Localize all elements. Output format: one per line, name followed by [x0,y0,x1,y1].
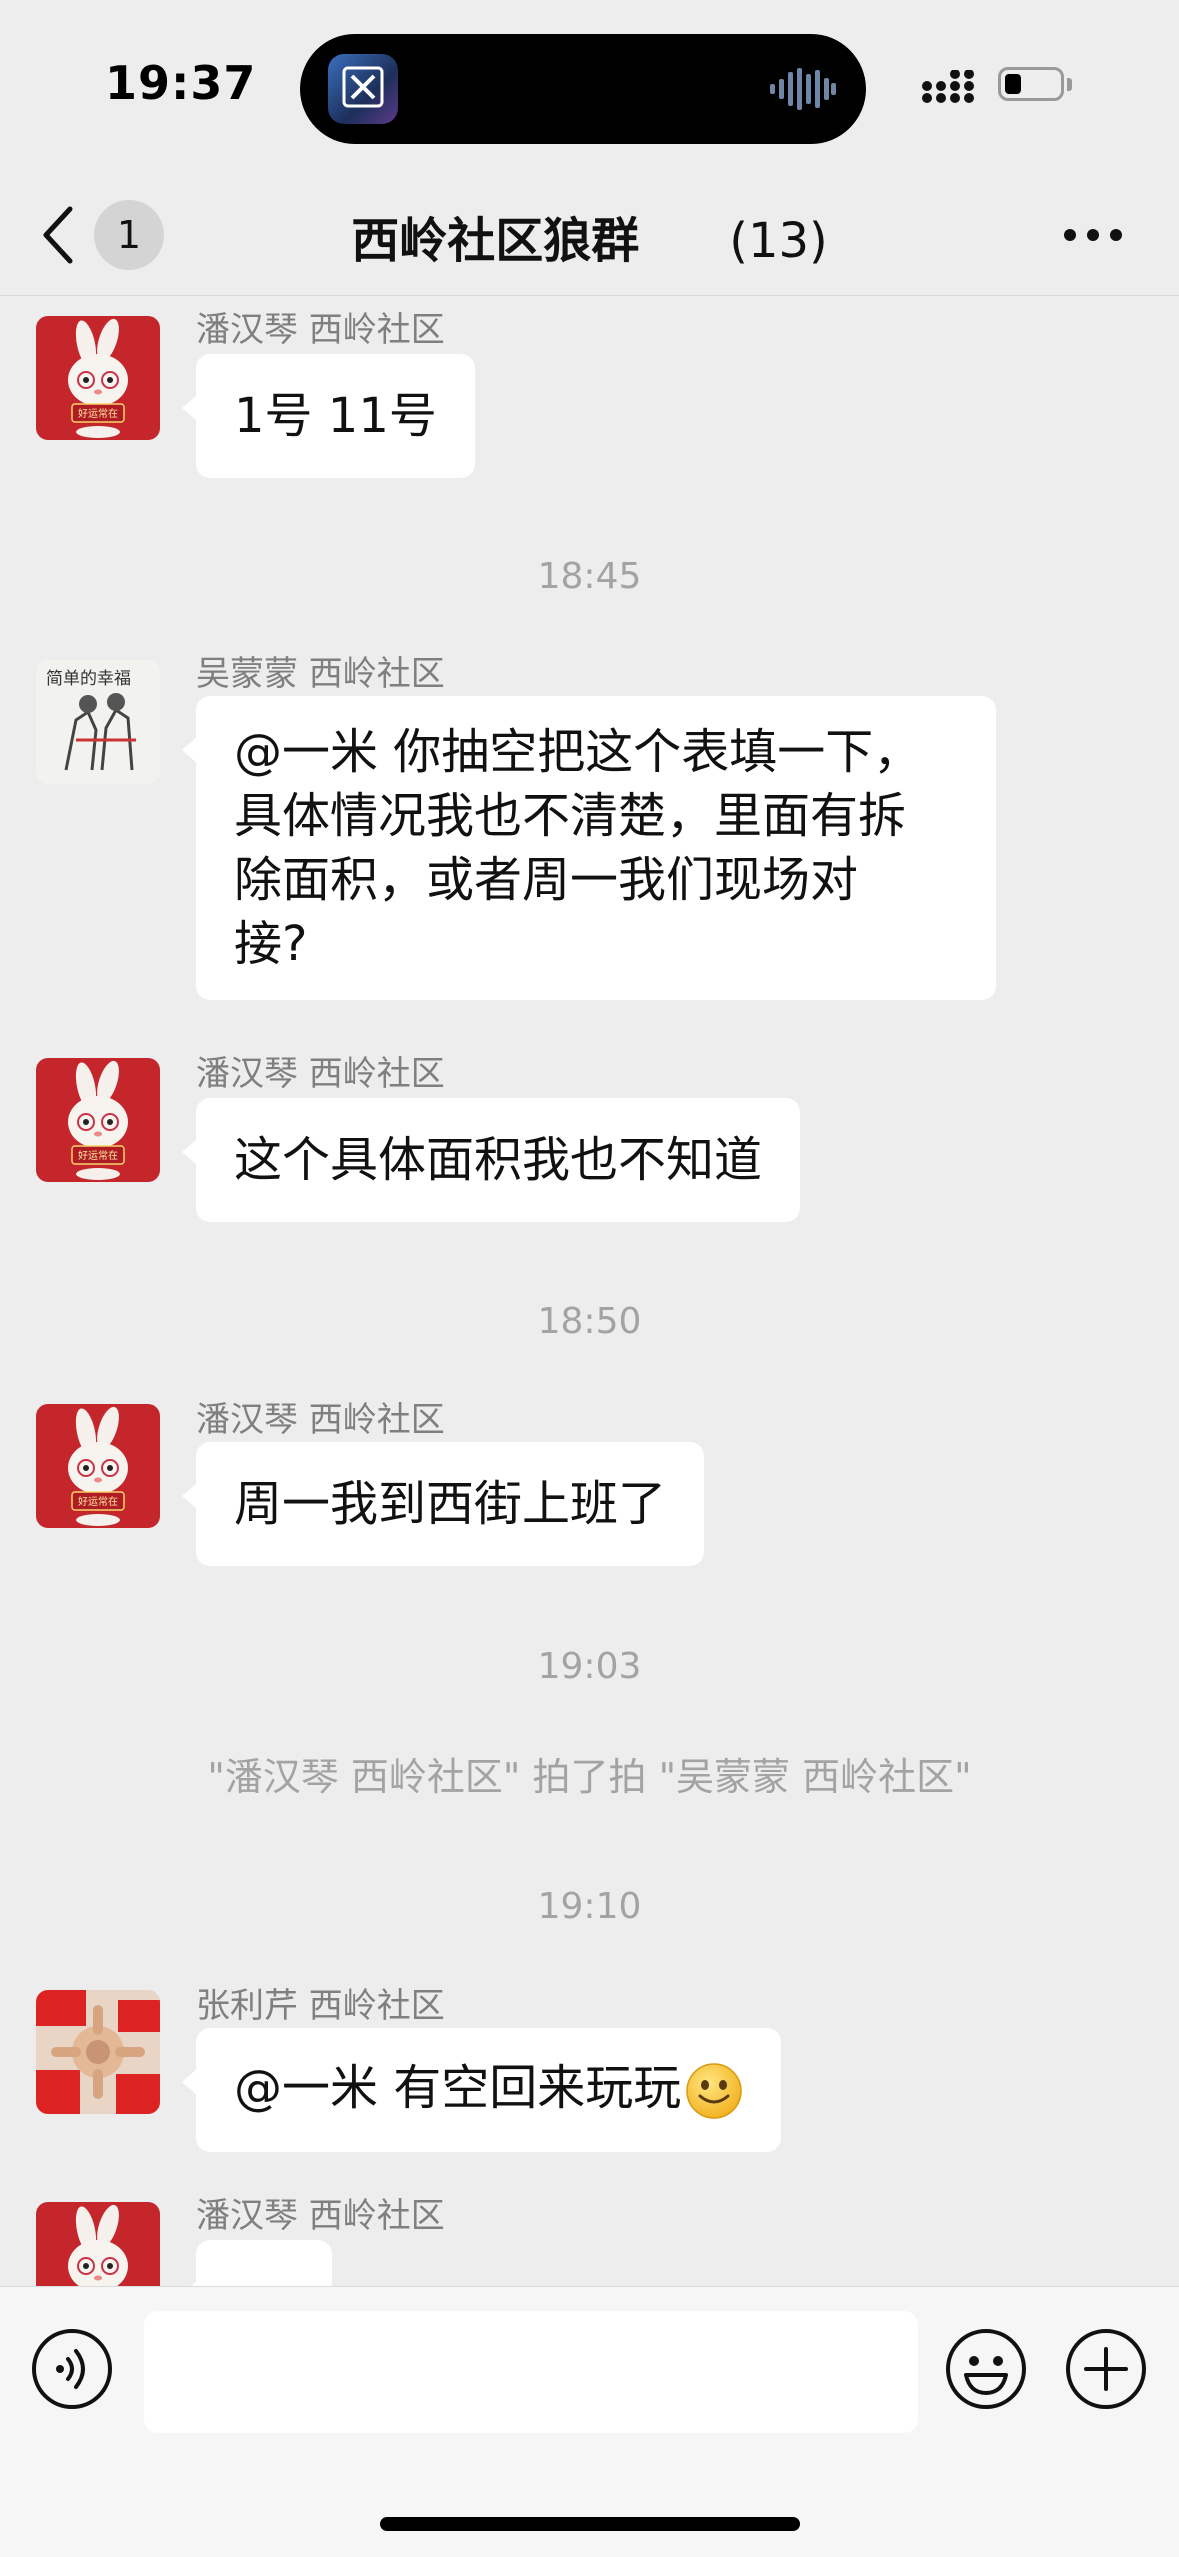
bunny-avatar[interactable]: 好运常在 [36,1058,160,1182]
message-input[interactable] [144,2311,918,2433]
message-list[interactable]: 好运常在 潘汉琴 西岭社区 1号 11号 18:45 简单的幸福 吴蒙蒙 西岭社… [0,296,1179,2296]
message-bubble[interactable]: 周一我到西街上班了 [181,1442,705,1566]
more-icon[interactable] [1060,215,1130,255]
bunny-avatar[interactable]: 好运常在 [36,316,160,440]
member-count: (13) [729,213,828,269]
sketch-avatar-caption: 简单的幸福 [46,669,131,689]
dynamic-island[interactable] [300,34,866,144]
bunny-avatar[interactable]: 好运常在 [36,1404,160,1528]
message-line: @一米 你抽空把这个表填一下， [234,724,922,780]
input-bar [0,2286,1179,2557]
sender-name: 吴蒙蒙 西岭社区 [196,654,445,694]
message-bubble[interactable]: 1号 11号 [182,354,475,478]
message-line: 具体情况我也不清楚，里面有拆 [234,788,907,844]
hands-avatar[interactable] [36,1990,160,2114]
timestamp: 19:10 [537,1886,642,1927]
message-text: @一米 有空回来玩玩 [234,2060,682,2116]
bunny-avatar-caption: 好运常在 [78,407,118,420]
timestamp: 19:03 [537,1646,642,1687]
smile-emoji-icon [686,2063,743,2119]
bunny-avatar-caption: 好运常在 [78,1495,118,1508]
chat-title: 西岭社区狼群 (13) [0,201,1179,271]
chat-header: 1 西岭社区狼群 (13) [0,175,1179,296]
sender-name: 潘汉琴 西岭社区 [196,1054,445,1094]
message-bubble[interactable]: @一米 有空回来玩玩 [181,2028,782,2152]
message-text: 周一我到西街上班了 [234,1476,667,1532]
status-bar: 19:37 [0,0,1179,175]
live-app-icon[interactable] [328,54,398,124]
sender-name: 潘汉琴 西岭社区 [196,1400,445,1440]
emoji-icon[interactable] [944,2327,1028,2411]
message-bubble[interactable]: @一米 你抽空把这个表填一下， 具体情况我也不清楚，里面有拆 除面积，或者周一我… [182,696,996,1000]
signal-icon [922,70,974,103]
system-pat-notice: "潘汉琴 西岭社区" 拍了拍 "吴蒙蒙 西岭社区" [207,1755,972,1799]
group-name: 西岭社区狼群 [351,213,640,269]
message-text: 这个具体面积我也不知道 [234,1132,763,1188]
sender-name: 潘汉琴 西岭社区 [196,310,445,350]
plus-icon[interactable] [1064,2327,1148,2411]
voice-icon[interactable] [30,2327,114,2411]
timestamp: 18:45 [537,556,642,597]
message-bubble[interactable]: 这个具体面积我也不知道 [181,1098,801,1222]
sender-name: 潘汉琴 西岭社区 [196,2196,445,2236]
message-line: 接? [234,916,308,972]
bunny-avatar-caption: 好运常在 [78,1149,118,1162]
battery-icon [998,67,1064,101]
sender-name: 张利芹 西岭社区 [196,1986,445,2026]
message-text: 1号 11号 [234,388,437,444]
message-line: 除面积，或者周一我们现场对 [234,852,859,908]
home-indicator[interactable] [380,2517,800,2531]
audio-wave-icon [770,68,836,110]
timestamp: 18:50 [537,1301,642,1342]
status-time: 19:37 [105,56,257,110]
battery-tip [1067,78,1072,91]
sketch-avatar[interactable]: 简单的幸福 [36,660,160,784]
bunny-avatar[interactable]: 好运常在 [36,2202,160,2296]
